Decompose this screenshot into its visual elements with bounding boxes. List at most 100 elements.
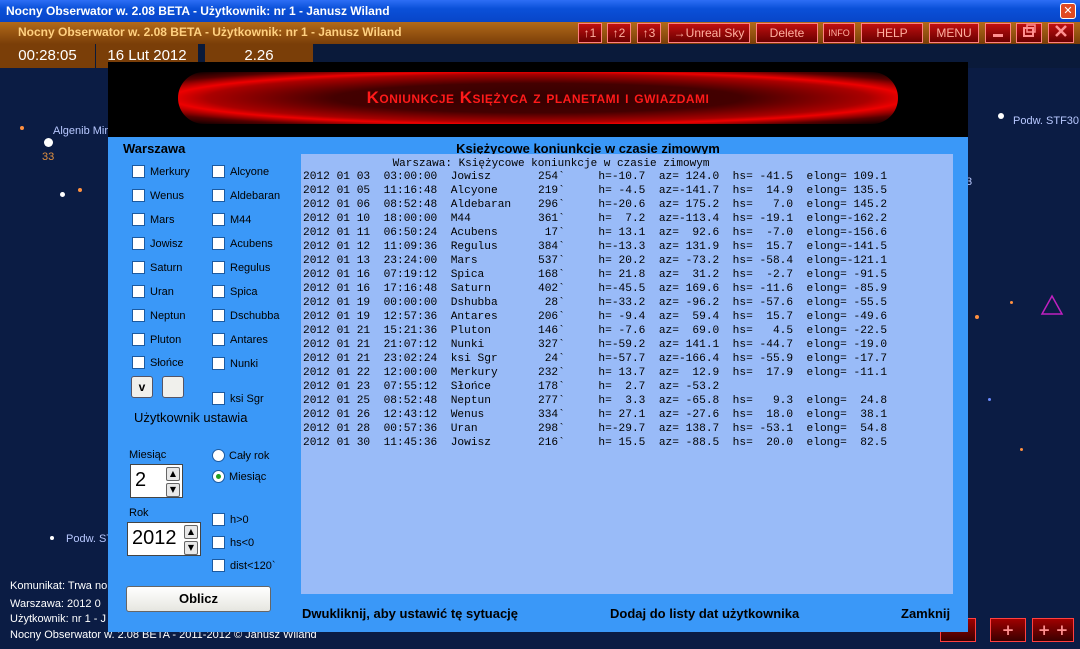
checkbox-box[interactable] <box>132 309 145 322</box>
chevron-down-icon[interactable]: ▼ <box>166 483 180 497</box>
list-item[interactable]: 2012 01 03 03:00:00 Jowisz 254` h=-10.7 … <box>303 170 887 184</box>
checkbox-box[interactable] <box>212 189 225 202</box>
list-item[interactable]: 2012 01 12 11:09:36 Regulus 384` h=-13.3… <box>303 240 887 254</box>
checkbox-box[interactable] <box>212 392 225 405</box>
checkbox-slonce[interactable]: Słońce <box>132 356 184 369</box>
year-stepper[interactable]: 2012 ▲ ▼ <box>127 522 201 556</box>
select-all-button[interactable]: v <box>131 376 153 398</box>
chevron-up-icon[interactable]: ▲ <box>166 467 180 481</box>
list-item[interactable]: 2012 01 21 15:21:36 Pluton 146` h= -7.6 … <box>303 324 887 338</box>
checkbox-spica[interactable]: Spica <box>212 285 258 298</box>
checkbox-box[interactable] <box>132 165 145 178</box>
info-button[interactable]: INFO <box>823 23 855 43</box>
list-item[interactable]: 2012 01 25 08:52:48 Neptun 277` h= 3.3 a… <box>303 394 887 408</box>
checkbox-box[interactable] <box>212 165 225 178</box>
checkbox-nunki[interactable]: Nunki <box>212 357 258 370</box>
checkbox-box[interactable] <box>212 237 225 250</box>
checkbox-uran[interactable]: Uran <box>132 285 174 298</box>
zoom-in-button[interactable]: + <box>990 618 1026 642</box>
delete-button[interactable]: Delete <box>756 23 818 43</box>
list-item[interactable]: 2012 01 22 12:00:00 Merkury 232` h= 13.7… <box>303 366 887 380</box>
checkbox-pluton[interactable]: Pluton <box>132 333 181 346</box>
radio-month[interactable]: Miesiąc <box>212 470 266 483</box>
filter-h-positive[interactable]: h>0 <box>212 513 249 526</box>
year-value[interactable]: 2012 <box>132 527 177 550</box>
view-1-button[interactable]: ↑1 <box>578 23 602 43</box>
checkbox-box[interactable] <box>212 213 225 226</box>
chevron-up-icon[interactable]: ▲ <box>184 525 198 539</box>
checkbox-box[interactable] <box>132 237 145 250</box>
checkbox-box[interactable] <box>132 285 145 298</box>
checkbox-box[interactable] <box>212 357 225 370</box>
restore-icon[interactable] <box>1016 23 1042 43</box>
list-item[interactable]: 2012 01 19 12:57:36 Antares 206` h= -9.4… <box>303 310 887 324</box>
list-item[interactable]: 2012 01 21 23:02:24 ksi Sgr 24` h=-57.7 … <box>303 352 887 366</box>
list-item[interactable]: 2012 01 21 21:07:12 Nunki 327` h=-59.2 a… <box>303 338 887 352</box>
add-to-user-dates-button[interactable]: Dodaj do listy dat użytkownika <box>610 606 799 621</box>
minimize-icon[interactable] <box>985 23 1011 43</box>
checkbox-wenus[interactable]: Wenus <box>132 189 184 202</box>
checkbox-ksi-sgr[interactable]: ksi Sgr <box>212 392 264 405</box>
radio-whole-year[interactable]: Cały rok <box>212 449 269 462</box>
checkbox-m44[interactable]: M44 <box>212 213 251 226</box>
star-marker <box>988 398 991 401</box>
calculate-button[interactable]: Oblicz <box>126 586 271 612</box>
list-item[interactable]: 2012 01 26 12:43:12 Wenus 334` h= 27.1 a… <box>303 408 887 422</box>
checkbox-box[interactable] <box>212 309 225 322</box>
list-item[interactable]: 2012 01 23 07:55:12 Słońce 178` h= 2.7 a… <box>303 380 887 394</box>
unreal-sky-button[interactable]: →Unreal Sky <box>668 23 750 43</box>
checkbox-box[interactable] <box>212 513 225 526</box>
checkbox-dschubba[interactable]: Dschubba <box>212 309 280 322</box>
month-stepper[interactable]: 2 ▲ ▼ <box>130 464 183 498</box>
list-item[interactable]: 2012 01 16 07:19:12 Spica 168` h= 21.8 a… <box>303 268 887 282</box>
list-item[interactable]: 2012 01 30 11:45:36 Jowisz 216` h= 15.5 … <box>303 436 887 450</box>
view-3-button[interactable]: ↑3 <box>637 23 661 43</box>
window-close-button[interactable]: ✕ <box>1060 3 1076 19</box>
close-dialog-button[interactable]: Zamknij <box>901 606 950 621</box>
results-list[interactable]: Warszawa: Księżycowe koniunkcje w czasie… <box>301 154 953 594</box>
list-item[interactable]: 2012 01 05 11:16:48 Alcyone 219` h= -4.5… <box>303 184 887 198</box>
checkbox-aldebaran[interactable]: Aldebaran <box>212 189 280 202</box>
checkbox-box[interactable] <box>212 559 225 572</box>
clear-selection-button[interactable] <box>162 376 184 398</box>
chevron-down-icon[interactable]: ▼ <box>184 541 198 555</box>
checkbox-jowisz[interactable]: Jowisz <box>132 237 183 250</box>
filter-hs-negative[interactable]: hs<0 <box>212 536 254 549</box>
radio-dot[interactable] <box>212 449 225 462</box>
checkbox-box[interactable] <box>132 213 145 226</box>
list-item[interactable]: 2012 01 19 00:00:00 Dshubba 28` h=-33.2 … <box>303 296 887 310</box>
checkbox-mars[interactable]: Mars <box>132 213 174 226</box>
list-item[interactable]: 2012 01 16 17:16:48 Saturn 402` h=-45.5 … <box>303 282 887 296</box>
checkbox-box[interactable] <box>132 261 145 274</box>
list-item[interactable]: 2012 01 11 06:50:24 Acubens 17` h= 13.1 … <box>303 226 887 240</box>
checkbox-alcyone[interactable]: Alcyone <box>212 165 269 178</box>
radio-dot-selected[interactable] <box>212 470 225 483</box>
time-display[interactable]: 00:28:05 <box>0 44 95 68</box>
list-item[interactable]: 2012 01 28 00:57:36 Uran 298` h=-29.7 az… <box>303 422 887 436</box>
menu-button[interactable]: MENU <box>929 23 979 43</box>
list-item[interactable]: 2012 01 10 18:00:00 M44 361` h= 7.2 az=-… <box>303 212 887 226</box>
month-value[interactable]: 2 <box>135 469 146 492</box>
checkbox-saturn[interactable]: Saturn <box>132 261 182 274</box>
checkbox-box[interactable] <box>212 285 225 298</box>
checkbox-box[interactable] <box>212 536 225 549</box>
view-2-button[interactable]: ↑2 <box>607 23 631 43</box>
checkbox-box[interactable] <box>132 189 145 202</box>
checkbox-box[interactable] <box>212 333 225 346</box>
checkbox-acubens[interactable]: Acubens <box>212 237 273 250</box>
checkbox-box[interactable] <box>132 356 145 369</box>
checkbox-neptun[interactable]: Neptun <box>132 309 185 322</box>
checkbox-regulus[interactable]: Regulus <box>212 261 270 274</box>
checkbox-antares[interactable]: Antares <box>212 333 268 346</box>
list-item[interactable]: 2012 01 13 23:24:00 Mars 537` h= 20.2 az… <box>303 254 887 268</box>
checkbox-box[interactable] <box>132 333 145 346</box>
checkbox-merkury[interactable]: Merkury <box>132 165 190 178</box>
filter-dist[interactable]: dist<120` <box>212 559 276 572</box>
double-click-hint[interactable]: Dwukliknij, aby ustawić tę sytuację <box>302 606 518 621</box>
zoom-in-more-button[interactable]: + + <box>1032 618 1074 642</box>
window-title-bar[interactable]: Nocny Obserwator w. 2.08 BETA - Użytkown… <box>0 0 1080 22</box>
list-item[interactable]: 2012 01 06 08:52:48 Aldebaran 296` h=-20… <box>303 198 887 212</box>
checkbox-box[interactable] <box>212 261 225 274</box>
close-icon[interactable] <box>1048 23 1074 43</box>
help-button[interactable]: HELP <box>861 23 923 43</box>
